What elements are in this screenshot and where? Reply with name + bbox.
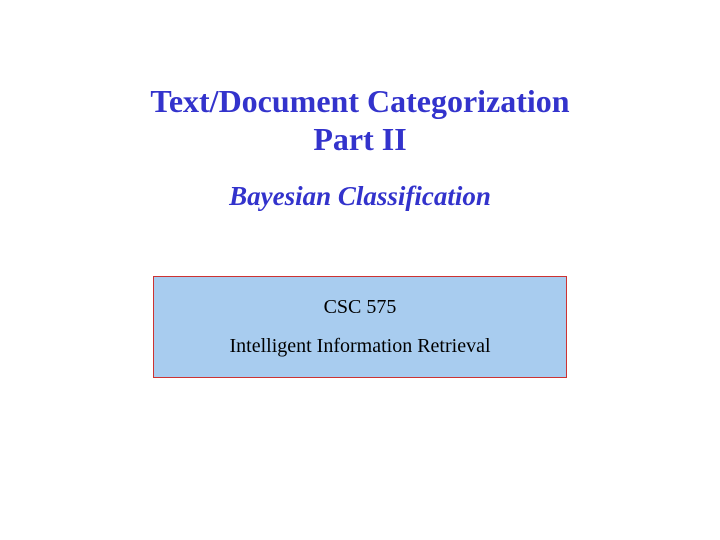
course-info-box: CSC 575 Intelligent Information Retrieva… (153, 276, 567, 378)
title-line-2: Part II (0, 120, 720, 158)
course-name: Intelligent Information Retrieval (229, 335, 490, 358)
subtitle: Bayesian Classification (0, 181, 720, 212)
slide-container: Text/Document Categorization Part II Bay… (0, 0, 720, 540)
title-line-1: Text/Document Categorization (0, 82, 720, 120)
course-code: CSC 575 (324, 296, 397, 319)
